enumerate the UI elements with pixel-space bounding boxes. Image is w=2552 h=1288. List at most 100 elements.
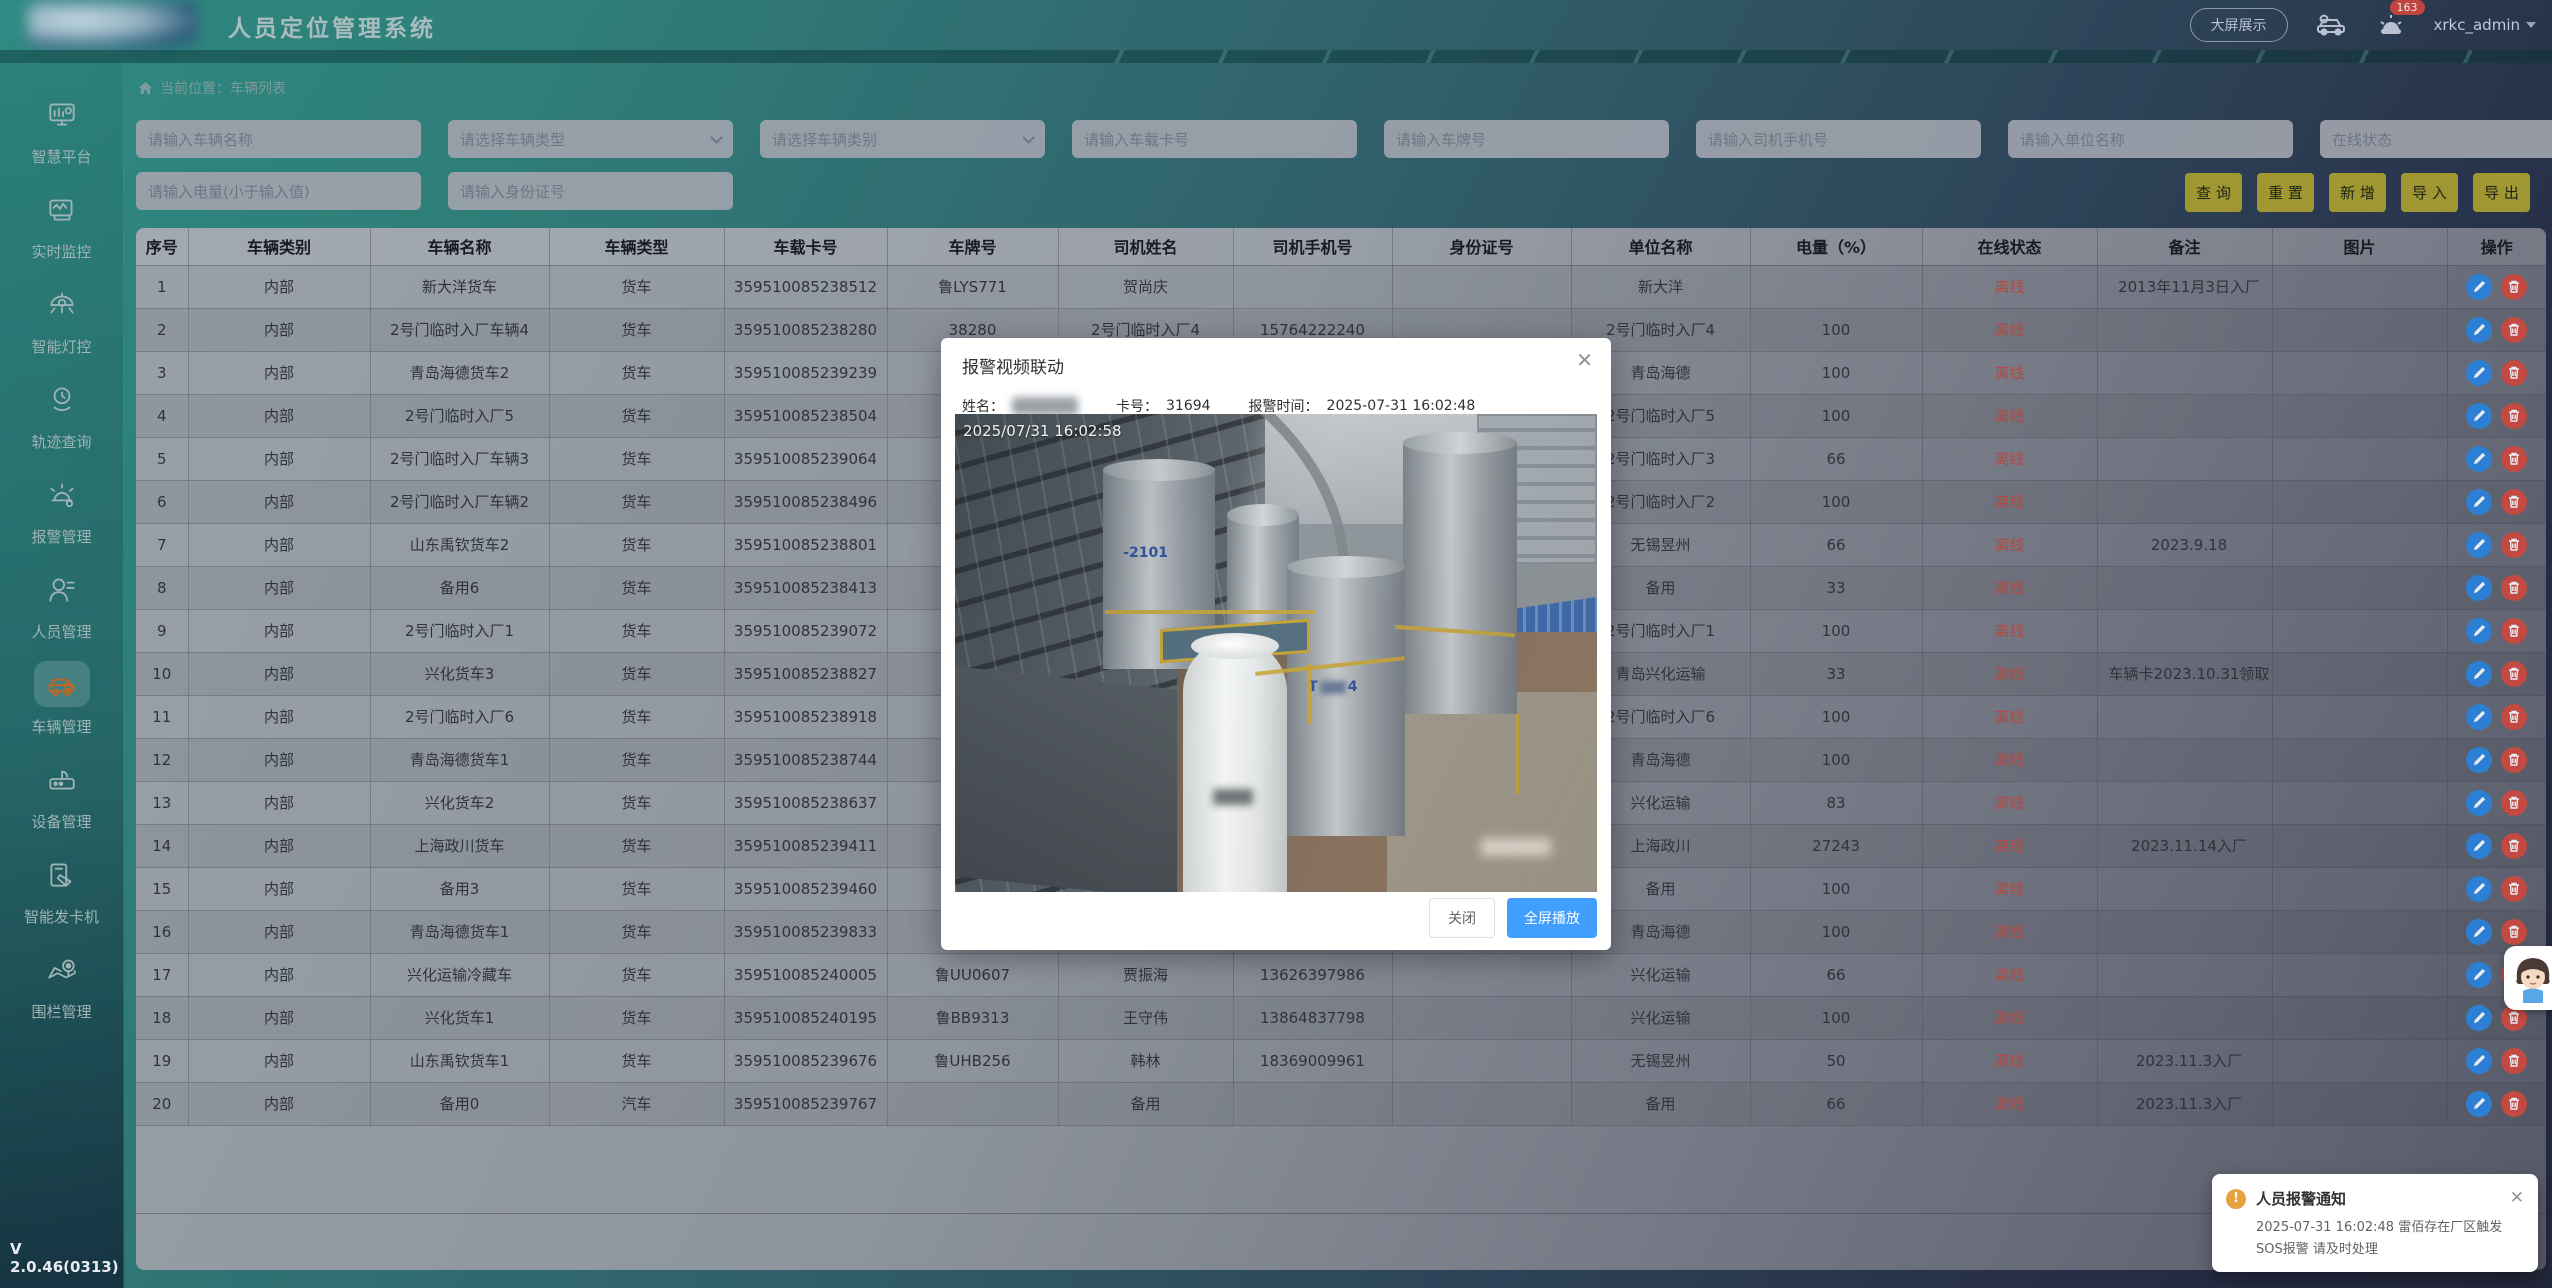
company-logo	[28, 2, 198, 48]
status-badge: 离线	[1994, 493, 2024, 511]
close-button[interactable]: 关闭	[1429, 898, 1495, 938]
delete-button[interactable]	[2501, 790, 2527, 816]
search-button[interactable]: 查 询	[2185, 173, 2242, 212]
edit-button[interactable]	[2466, 704, 2492, 730]
filter-select-1-3[interactable]: 请选择车辆类别	[760, 120, 1045, 158]
sidebar-item-5[interactable]: 报警管理	[7, 471, 117, 566]
delete-button[interactable]	[2501, 1091, 2527, 1117]
sidebar-item-3[interactable]: 智能灯控	[7, 281, 117, 376]
status-badge: 离线	[1994, 1052, 2024, 1070]
big-screen-button[interactable]: 大屏展示	[2190, 8, 2288, 42]
cell-status: 离线	[1922, 996, 2097, 1039]
chevron-down-icon	[2526, 22, 2536, 28]
sidebar-item-2[interactable]: 实时监控	[7, 186, 117, 281]
filter-select-1-8[interactable]: 在线状态	[2320, 120, 2552, 158]
edit-button[interactable]	[2466, 360, 2492, 386]
filter-input-1-6[interactable]: 请输入司机手机号	[1696, 120, 1981, 158]
cell-cat: 内部	[188, 867, 370, 910]
cell-pic	[2272, 910, 2447, 953]
delete-button[interactable]	[2501, 704, 2527, 730]
filter-input-2-1[interactable]: 请输入电量(小于输入值)	[136, 172, 421, 210]
sidebar-item-7[interactable]: 车辆管理	[7, 661, 117, 756]
cctv-video-frame[interactable]: -2101 T4 2025/07/31 16:02:58	[955, 414, 1597, 892]
edit-button[interactable]	[2466, 575, 2492, 601]
delete-button[interactable]	[2501, 575, 2527, 601]
delete-button[interactable]	[2501, 489, 2527, 515]
sidebar-item-8[interactable]: 设备管理	[7, 756, 117, 851]
home-icon	[138, 81, 153, 96]
delete-button[interactable]	[2501, 532, 2527, 558]
platform-icon	[34, 91, 90, 137]
cell-card: 359510085238496	[724, 480, 887, 523]
delete-button[interactable]	[2501, 618, 2527, 644]
filter-input-1-7[interactable]: 请输入单位名称	[2008, 120, 2293, 158]
delete-button[interactable]	[2501, 403, 2527, 429]
cell-remark	[2097, 953, 2272, 996]
edit-button[interactable]	[2466, 1091, 2492, 1117]
edit-button[interactable]	[2466, 962, 2492, 988]
delete-button[interactable]	[2501, 317, 2527, 343]
status-badge: 离线	[1994, 794, 2024, 812]
delete-button[interactable]	[2501, 747, 2527, 773]
delete-button[interactable]	[2501, 274, 2527, 300]
edit-button[interactable]	[2466, 618, 2492, 644]
filter-input-1-5[interactable]: 请输入车牌号	[1384, 120, 1669, 158]
vehicle-monitor-icon[interactable]	[2314, 10, 2348, 40]
edit-button[interactable]	[2466, 317, 2492, 343]
edit-button[interactable]	[2466, 1048, 2492, 1074]
fullscreen-play-button[interactable]: 全屏播放	[1507, 898, 1597, 938]
cell-driver: 王守伟	[1058, 996, 1233, 1039]
edit-button[interactable]	[2466, 919, 2492, 945]
export-button[interactable]: 导 出	[2473, 173, 2530, 212]
alarm-bell-icon[interactable]: 163	[2374, 10, 2408, 40]
assistant-avatar[interactable]	[2504, 946, 2552, 1010]
filter-input-1-4[interactable]: 请输入车载卡号	[1072, 120, 1357, 158]
edit-button[interactable]	[2466, 747, 2492, 773]
edit-button[interactable]	[2466, 532, 2492, 558]
filter-row-1: 请输入车辆名称请选择车辆类型请选择车辆类别请输入车载卡号请输入车牌号请输入司机手…	[136, 120, 2552, 158]
cell-actions	[2447, 480, 2546, 523]
delete-button[interactable]	[2501, 876, 2527, 902]
delete-button[interactable]	[2501, 661, 2527, 687]
sidebar-item-10[interactable]: 围栏管理	[7, 946, 117, 1041]
import-button[interactable]: 导 入	[2401, 173, 2458, 212]
delete-button[interactable]	[2501, 919, 2527, 945]
cell-cat: 内部	[188, 265, 370, 308]
delete-button[interactable]	[2501, 446, 2527, 472]
cell-cat: 内部	[188, 351, 370, 394]
edit-button[interactable]	[2466, 446, 2492, 472]
cell-name: 2号门临时入厂6	[370, 695, 549, 738]
username-label: xrkc_admin	[2434, 16, 2520, 34]
vehicle-icon	[34, 661, 90, 707]
cell-status: 离线	[1922, 781, 2097, 824]
add-button[interactable]: 新 增	[2329, 173, 2386, 212]
sidebar-item-6[interactable]: 人员管理	[7, 566, 117, 661]
edit-button[interactable]	[2466, 833, 2492, 859]
edit-button[interactable]	[2466, 489, 2492, 515]
delete-button[interactable]	[2501, 1048, 2527, 1074]
edit-button[interactable]	[2466, 661, 2492, 687]
close-icon[interactable]: ✕	[1576, 350, 1593, 370]
cell-name: 山东禹钦货车1	[370, 1039, 549, 1082]
delete-button[interactable]	[2501, 833, 2527, 859]
cell-remark	[2097, 867, 2272, 910]
edit-button[interactable]	[2466, 1005, 2492, 1031]
close-icon[interactable]: ✕	[2510, 1190, 2524, 1207]
sidebar-item-9[interactable]: 智能发卡机	[7, 851, 117, 946]
cell-status: 离线	[1922, 351, 2097, 394]
reset-button[interactable]: 重 置	[2257, 173, 2314, 212]
edit-button[interactable]	[2466, 403, 2492, 429]
filter-input-2-2[interactable]: 请输入身份证号	[448, 172, 733, 210]
cell-type: 货车	[549, 910, 724, 953]
edit-button[interactable]	[2466, 274, 2492, 300]
sidebar-item-1[interactable]: 智慧平台	[7, 91, 117, 186]
cell-seq: 2	[136, 308, 188, 351]
filter-select-1-2[interactable]: 请选择车辆类型	[448, 120, 733, 158]
user-menu[interactable]: xrkc_admin	[2434, 16, 2536, 34]
edit-button[interactable]	[2466, 876, 2492, 902]
sidebar-item-4[interactable]: 轨迹查询	[7, 376, 117, 471]
status-badge: 离线	[1994, 622, 2024, 640]
edit-button[interactable]	[2466, 790, 2492, 816]
filter-input-1-1[interactable]: 请输入车辆名称	[136, 120, 421, 158]
delete-button[interactable]	[2501, 360, 2527, 386]
